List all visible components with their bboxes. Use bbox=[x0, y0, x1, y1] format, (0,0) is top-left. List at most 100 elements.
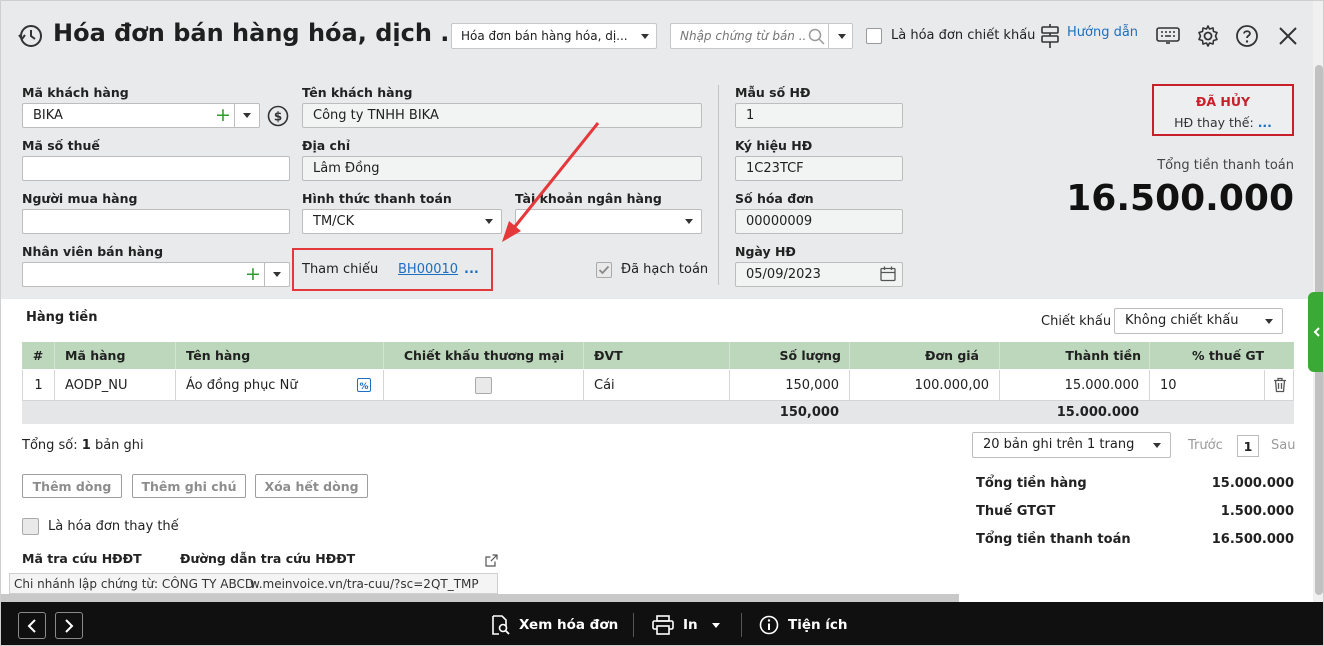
replacement-invoice-checkbox[interactable] bbox=[22, 518, 39, 535]
discount-value: Không chiết khấu bbox=[1125, 313, 1239, 328]
percent-icon[interactable]: % bbox=[356, 377, 372, 393]
trash-icon[interactable] bbox=[1271, 376, 1289, 394]
total-records-prefix: Tổng số: bbox=[22, 438, 78, 453]
col-price[interactable]: Đơn giá bbox=[850, 342, 979, 369]
lookup-url-value[interactable]: w.meinvoice.vn/tra-cuu/?sc=2QT_TMP bbox=[250, 577, 479, 591]
chevron-left-icon bbox=[1313, 327, 1320, 337]
col-code[interactable]: Mã hàng bbox=[65, 342, 165, 369]
chevron-down-icon[interactable] bbox=[1265, 319, 1273, 324]
page-size-select[interactable]: 20 bản ghi trên 1 trang bbox=[972, 432, 1171, 458]
status-badge: ĐÃ HỦY HĐ thay thế: ... bbox=[1152, 84, 1294, 136]
chevron-right-icon bbox=[65, 618, 74, 633]
external-link-icon[interactable] bbox=[483, 552, 499, 568]
calendar-icon[interactable] bbox=[879, 265, 897, 283]
summary-vat-value: 1.500.000 bbox=[1220, 504, 1294, 519]
bottom-toolbar: Xem hóa đơn In Tiện ích bbox=[1, 602, 1323, 645]
printer-icon bbox=[652, 615, 674, 635]
row-qty[interactable]: 150,000 bbox=[730, 370, 850, 400]
prev-page-button[interactable]: Trước bbox=[1188, 438, 1223, 453]
chevron-left-icon bbox=[27, 618, 36, 633]
chevron-down-icon[interactable] bbox=[1153, 443, 1161, 448]
print-button[interactable]: In bbox=[652, 615, 698, 635]
lookup-code-label: Mã tra cứu HĐĐT bbox=[22, 551, 142, 566]
template-field[interactable]: 1 bbox=[735, 103, 903, 128]
summary-goods-total-value: 15.000.000 bbox=[1211, 476, 1294, 491]
column-divider bbox=[718, 85, 719, 285]
toolbar-divider bbox=[633, 613, 634, 637]
next-record-button[interactable] bbox=[55, 612, 83, 639]
lookup-url-label: Đường dẫn tra cứu HĐĐT bbox=[180, 551, 356, 566]
row-unit[interactable]: Cái bbox=[584, 370, 730, 400]
row-code[interactable]: AODP_NU bbox=[55, 370, 176, 400]
table-header: # Mã hàng Tên hàng Chiết khấu thương mại… bbox=[22, 342, 1294, 369]
replacement-invoice-label: Là hóa đơn thay thế bbox=[48, 519, 179, 534]
summary-goods-total: Tổng tiền hàng 15.000.000 bbox=[976, 476, 1294, 491]
utilities-label: Tiện ích bbox=[788, 617, 848, 633]
summary-goods-total-label: Tổng tiền hàng bbox=[976, 476, 1087, 491]
side-panel-toggle[interactable] bbox=[1308, 292, 1323, 372]
svg-text:%: % bbox=[359, 382, 368, 392]
symbol-value: 1C23TCF bbox=[746, 161, 804, 176]
info-icon bbox=[759, 615, 779, 635]
col-amount[interactable]: Thành tiền bbox=[1000, 342, 1141, 369]
horizontal-scrollbar[interactable] bbox=[1, 594, 959, 602]
table-row[interactable]: 1 AODP_NU Áo đồng phục Nữ % Cái 150,000 … bbox=[22, 370, 1294, 401]
replacement-invoice-link[interactable]: ... bbox=[1258, 115, 1272, 130]
col-name[interactable]: Tên hàng bbox=[186, 342, 376, 369]
row-price[interactable]: 100.000,00 bbox=[850, 370, 1000, 400]
page-size-value: 20 bản ghi trên 1 trang bbox=[983, 437, 1135, 452]
total-records: Tổng số: 1 bản ghi bbox=[22, 438, 144, 453]
delete-all-rows-button[interactable]: Xóa hết dòng bbox=[255, 474, 368, 498]
summary-vat: Thuế GTGT 1.500.000 bbox=[976, 504, 1294, 519]
view-invoice-label: Xem hóa đơn bbox=[519, 617, 619, 633]
chevron-down-icon[interactable] bbox=[712, 623, 720, 628]
col-no[interactable]: # bbox=[22, 342, 54, 369]
symbol-field[interactable]: 1C23TCF bbox=[735, 156, 903, 181]
total-payment-value: 16.500.000 bbox=[1066, 178, 1294, 219]
print-label: In bbox=[683, 617, 698, 633]
prev-record-button[interactable] bbox=[18, 612, 46, 639]
invoice-date-field[interactable]: 05/09/2023 bbox=[735, 262, 903, 287]
total-records-suffix: bản ghi bbox=[94, 438, 144, 453]
replacement-invoice-label: HĐ thay thế: bbox=[1174, 115, 1254, 130]
discount-label: Chiết khấu bbox=[1041, 314, 1112, 329]
invoice-date-label: Ngày HĐ bbox=[735, 244, 796, 259]
row-no: 1 bbox=[23, 370, 55, 400]
template-label: Mẫu số HĐ bbox=[735, 85, 811, 100]
invoice-no-value: 00000009 bbox=[746, 214, 813, 229]
footer-amount-total: 15.000.000 bbox=[1056, 405, 1139, 420]
invoice-no-label: Số hóa đơn bbox=[735, 191, 814, 206]
discount-select[interactable]: Không chiết khấu bbox=[1114, 308, 1283, 334]
template-value: 1 bbox=[746, 108, 755, 123]
total-payment-label: Tổng tiền thanh toán bbox=[1157, 158, 1294, 173]
branch-tooltip-text: Chi nhánh lập chứng từ: CÔNG TY ABCD bbox=[14, 577, 255, 591]
invoice-date-value: 05/09/2023 bbox=[746, 267, 821, 282]
items-section-title: Hàng tiền bbox=[26, 310, 98, 325]
row-vat[interactable]: 10 bbox=[1150, 370, 1265, 400]
current-page[interactable]: 1 bbox=[1237, 435, 1259, 457]
symbol-label: Ký hiệu HĐ bbox=[735, 138, 813, 153]
utilities-button[interactable]: Tiện ích bbox=[759, 615, 848, 635]
trade-discount-checkbox[interactable] bbox=[475, 376, 492, 394]
col-vat[interactable]: % thuế GT bbox=[1150, 342, 1264, 369]
row-amount[interactable]: 15.000.000 bbox=[1000, 370, 1150, 400]
summary-payment-total-value: 16.500.000 bbox=[1211, 532, 1294, 547]
summary-payment-total: Tổng tiền thanh toán 16.500.000 bbox=[976, 532, 1294, 547]
invoice-window: Hóa đơn bán hàng hóa, dịch ... Hóa đơn b… bbox=[0, 0, 1324, 646]
col-trade-discount[interactable]: Chiết khấu thương mại bbox=[384, 342, 584, 369]
summary-vat-label: Thuế GTGT bbox=[976, 504, 1056, 519]
next-page-button[interactable]: Sau bbox=[1271, 438, 1295, 453]
add-row-button[interactable]: Thêm dòng bbox=[22, 474, 122, 498]
col-qty[interactable]: Số lượng bbox=[730, 342, 841, 369]
footer-qty-total: 150,000 bbox=[779, 405, 839, 420]
row-name[interactable]: Áo đồng phục Nữ bbox=[176, 370, 384, 400]
invoice-no-field[interactable]: 00000009 bbox=[735, 209, 903, 234]
document-search-icon bbox=[492, 615, 510, 635]
add-note-button[interactable]: Thêm ghi chú bbox=[132, 474, 246, 498]
col-unit[interactable]: ĐVT bbox=[594, 342, 694, 369]
row-trade-discount-cell bbox=[384, 370, 584, 400]
table-footer: 150,000 15.000.000 bbox=[22, 401, 1294, 424]
status-label: ĐÃ HỦY bbox=[1195, 94, 1251, 109]
summary-payment-total-label: Tổng tiền thanh toán bbox=[976, 532, 1131, 547]
view-invoice-button[interactable]: Xem hóa đơn bbox=[490, 615, 618, 635]
